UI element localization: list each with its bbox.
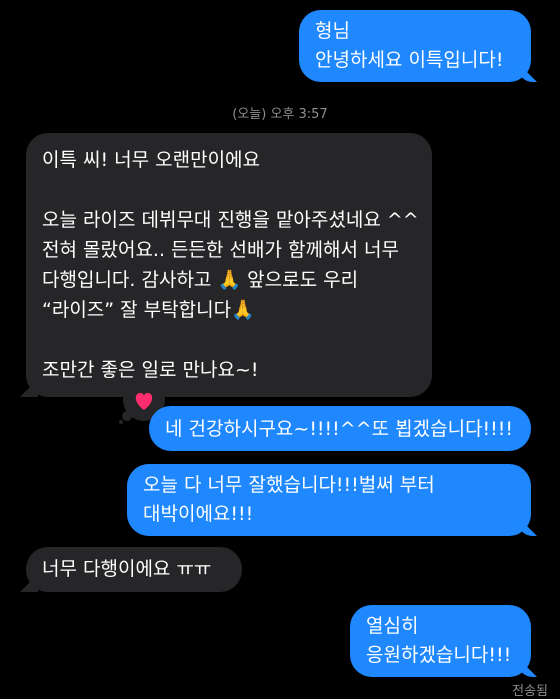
- delivery-status: 전송됨: [512, 684, 548, 699]
- message-bubble-sent[interactable]: 열심히 응원하겠습니다!!!: [350, 605, 531, 677]
- message-thread: 형님 안녕하세요 이특입니다! (오늘) 오후 3:57 이특 씨! 너무 오랜…: [0, 0, 560, 699]
- message-bubble-received[interactable]: 이특 씨! 너무 오랜만이에요 오늘 라이즈 데뷔무대 진행을 맡아주셨네요 ^…: [26, 133, 432, 397]
- message-bubble-sent[interactable]: 네 건강하시구요~!!!!^^또 뵙겠습니다!!!!: [149, 406, 531, 451]
- message-bubble-received[interactable]: 너무 다행이에요 ㅠㅠ: [26, 547, 242, 592]
- message-timestamp: (오늘) 오후 3:57: [232, 107, 328, 122]
- message-bubble-sent[interactable]: 형님 안녕하세요 이특입니다!: [299, 10, 531, 82]
- message-bubble-sent[interactable]: 오늘 다 너무 잘했습니다!!!벌써 부터 대박이에요!!!: [127, 464, 531, 536]
